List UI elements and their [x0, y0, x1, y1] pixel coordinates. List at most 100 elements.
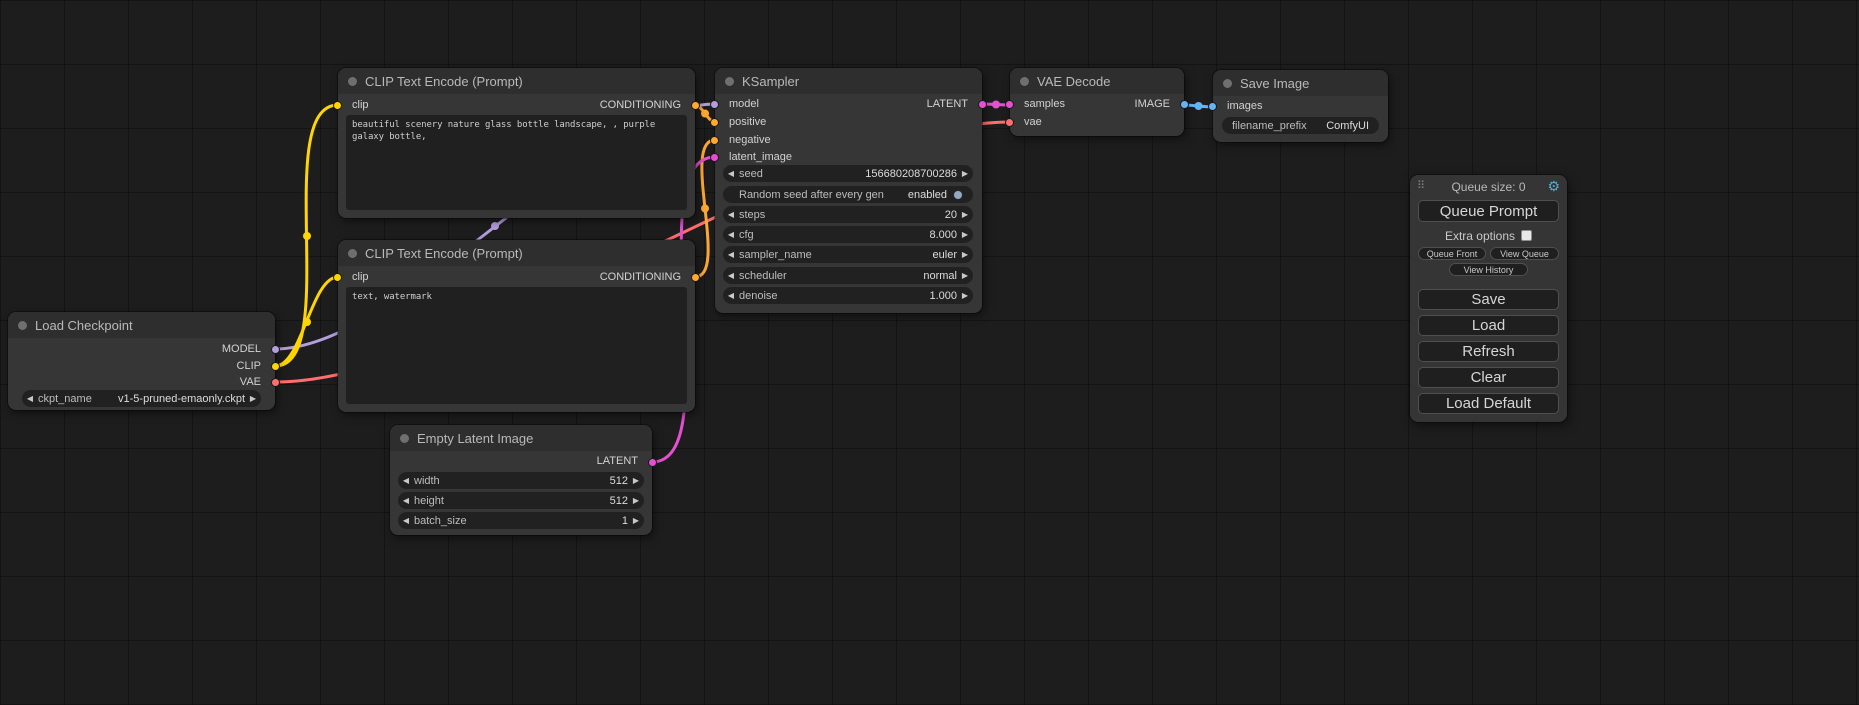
- decrease-arrow-icon[interactable]: ◀: [723, 165, 739, 182]
- increase-arrow-icon[interactable]: ▶: [957, 206, 973, 223]
- steps-widget[interactable]: ◀ steps 20 ▶: [723, 206, 973, 223]
- node-ksampler[interactable]: KSampler model positive negative latent_…: [715, 68, 982, 313]
- queue-panel: ⠿ Queue size: 0 ⚙ Queue Prompt Extra opt…: [1410, 175, 1567, 422]
- model-input-label: model: [729, 96, 759, 113]
- save-button[interactable]: Save: [1418, 289, 1559, 310]
- negative-input-slot[interactable]: [710, 136, 719, 145]
- node-title-bar[interactable]: CLIP Text Encode (Prompt): [338, 240, 695, 266]
- decrease-arrow-icon[interactable]: ◀: [22, 390, 38, 407]
- clip-input-slot[interactable]: [333, 273, 342, 282]
- conditioning-output-slot[interactable]: [691, 101, 700, 110]
- decrease-arrow-icon[interactable]: ◀: [723, 246, 739, 263]
- vae-output-label: VAE: [240, 374, 261, 391]
- toggle-knob[interactable]: [953, 190, 963, 200]
- batch-size-widget[interactable]: ◀ batch_size 1 ▶: [398, 512, 644, 529]
- node-title-bar[interactable]: VAE Decode: [1010, 68, 1184, 94]
- images-input-slot[interactable]: [1208, 102, 1217, 111]
- node-title-bar[interactable]: Load Checkpoint: [8, 312, 275, 338]
- denoise-widget[interactable]: ◀ denoise 1.000 ▶: [723, 287, 973, 304]
- image-output-slot[interactable]: [1180, 100, 1189, 109]
- settings-gear-icon[interactable]: ⚙: [1547, 178, 1560, 195]
- sampler-name-widget[interactable]: ◀ sampler_name euler ▶: [723, 246, 973, 263]
- latent-output-slot[interactable]: [648, 458, 657, 467]
- latent-image-input-slot[interactable]: [710, 153, 719, 162]
- wire-dot: [303, 318, 311, 326]
- view-queue-button[interactable]: View Queue: [1490, 247, 1559, 260]
- collapse-dot-icon[interactable]: [348, 249, 357, 258]
- vae-input-slot[interactable]: [1005, 118, 1014, 127]
- node-title: VAE Decode: [1037, 74, 1110, 89]
- graph-canvas[interactable]: Load Checkpoint MODEL CLIP VAE ◀ ckpt_na…: [0, 0, 1859, 705]
- decrease-arrow-icon[interactable]: ◀: [723, 287, 739, 304]
- refresh-button[interactable]: Refresh: [1418, 341, 1559, 362]
- collapse-dot-icon[interactable]: [725, 77, 734, 86]
- collapse-dot-icon[interactable]: [348, 77, 357, 86]
- vae-output-slot[interactable]: [271, 378, 280, 387]
- increase-arrow-icon[interactable]: ▶: [628, 512, 644, 529]
- wire-dot: [701, 205, 709, 213]
- clip-output-slot[interactable]: [271, 362, 280, 371]
- node-vae-decode[interactable]: VAE Decode samples vae IMAGE: [1010, 68, 1184, 136]
- decrease-arrow-icon[interactable]: ◀: [723, 226, 739, 243]
- extra-options-checkbox[interactable]: [1521, 230, 1532, 241]
- node-title-bar[interactable]: Save Image: [1213, 70, 1388, 96]
- conditioning-output-slot[interactable]: [691, 273, 700, 282]
- clip-input-slot[interactable]: [333, 101, 342, 110]
- widget-label: denoise: [739, 290, 778, 302]
- increase-arrow-icon[interactable]: ▶: [957, 287, 973, 304]
- queue-prompt-button[interactable]: Queue Prompt: [1418, 200, 1559, 222]
- collapse-dot-icon[interactable]: [1223, 79, 1232, 88]
- node-title: CLIP Text Encode (Prompt): [365, 74, 523, 89]
- clip-input-label: clip: [352, 97, 369, 114]
- node-title: KSampler: [742, 74, 799, 89]
- view-history-button[interactable]: View History: [1449, 263, 1528, 276]
- collapse-dot-icon[interactable]: [1020, 77, 1029, 86]
- conditioning-output-label: CONDITIONING: [600, 269, 681, 286]
- scheduler-widget[interactable]: ◀ scheduler normal ▶: [723, 267, 973, 284]
- increase-arrow-icon[interactable]: ▶: [957, 267, 973, 284]
- increase-arrow-icon[interactable]: ▶: [957, 226, 973, 243]
- node-title-bar[interactable]: CLIP Text Encode (Prompt): [338, 68, 695, 94]
- decrease-arrow-icon[interactable]: ◀: [398, 512, 414, 529]
- collapse-dot-icon[interactable]: [400, 434, 409, 443]
- decrease-arrow-icon[interactable]: ◀: [398, 472, 414, 489]
- node-load-checkpoint[interactable]: Load Checkpoint MODEL CLIP VAE ◀ ckpt_na…: [8, 312, 275, 410]
- clear-button[interactable]: Clear: [1418, 367, 1559, 388]
- increase-arrow-icon[interactable]: ▶: [628, 492, 644, 509]
- queue-front-button[interactable]: Queue Front: [1418, 247, 1486, 260]
- height-widget[interactable]: ◀ height 512 ▶: [398, 492, 644, 509]
- load-default-button[interactable]: Load Default: [1418, 393, 1559, 414]
- samples-input-slot[interactable]: [1005, 100, 1014, 109]
- prompt-textarea[interactable]: text, watermark: [346, 287, 687, 404]
- model-input-slot[interactable]: [710, 100, 719, 109]
- node-title-bar[interactable]: KSampler: [715, 68, 982, 94]
- widget-label: seed: [739, 168, 763, 180]
- increase-arrow-icon[interactable]: ▶: [628, 472, 644, 489]
- increase-arrow-icon[interactable]: ▶: [245, 390, 261, 407]
- load-button[interactable]: Load: [1418, 315, 1559, 336]
- model-output-slot[interactable]: [271, 345, 280, 354]
- random-seed-toggle-widget[interactable]: Random seed after every gen enabled: [723, 186, 973, 203]
- node-clip-text-encode-positive[interactable]: CLIP Text Encode (Prompt) clip CONDITION…: [338, 68, 695, 218]
- node-title-bar[interactable]: Empty Latent Image: [390, 425, 652, 451]
- increase-arrow-icon[interactable]: ▶: [957, 165, 973, 182]
- widget-value: 8.000: [754, 229, 957, 241]
- cfg-widget[interactable]: ◀ cfg 8.000 ▶: [723, 226, 973, 243]
- decrease-arrow-icon[interactable]: ◀: [723, 206, 739, 223]
- latent-output-slot[interactable]: [978, 100, 987, 109]
- ckpt-name-widget[interactable]: ◀ ckpt_name v1-5-pruned-emaonly.ckpt ▶: [22, 390, 261, 407]
- collapse-dot-icon[interactable]: [18, 321, 27, 330]
- node-save-image[interactable]: Save Image images filename_prefix ComfyU…: [1213, 70, 1388, 142]
- positive-input-slot[interactable]: [710, 118, 719, 127]
- filename-prefix-widget[interactable]: filename_prefix ComfyUI: [1222, 117, 1379, 134]
- node-empty-latent-image[interactable]: Empty Latent Image LATENT ◀ width 512 ▶ …: [390, 425, 652, 535]
- width-widget[interactable]: ◀ width 512 ▶: [398, 472, 644, 489]
- seed-widget[interactable]: ◀ seed 156680208700286 ▶: [723, 165, 973, 182]
- increase-arrow-icon[interactable]: ▶: [957, 246, 973, 263]
- decrease-arrow-icon[interactable]: ◀: [398, 492, 414, 509]
- decrease-arrow-icon[interactable]: ◀: [723, 267, 739, 284]
- widget-value: 1.000: [778, 290, 957, 302]
- prompt-textarea[interactable]: beautiful scenery nature glass bottle la…: [346, 115, 687, 210]
- node-clip-text-encode-negative[interactable]: CLIP Text Encode (Prompt) clip CONDITION…: [338, 240, 695, 412]
- extra-options-row: Extra options: [1410, 228, 1567, 243]
